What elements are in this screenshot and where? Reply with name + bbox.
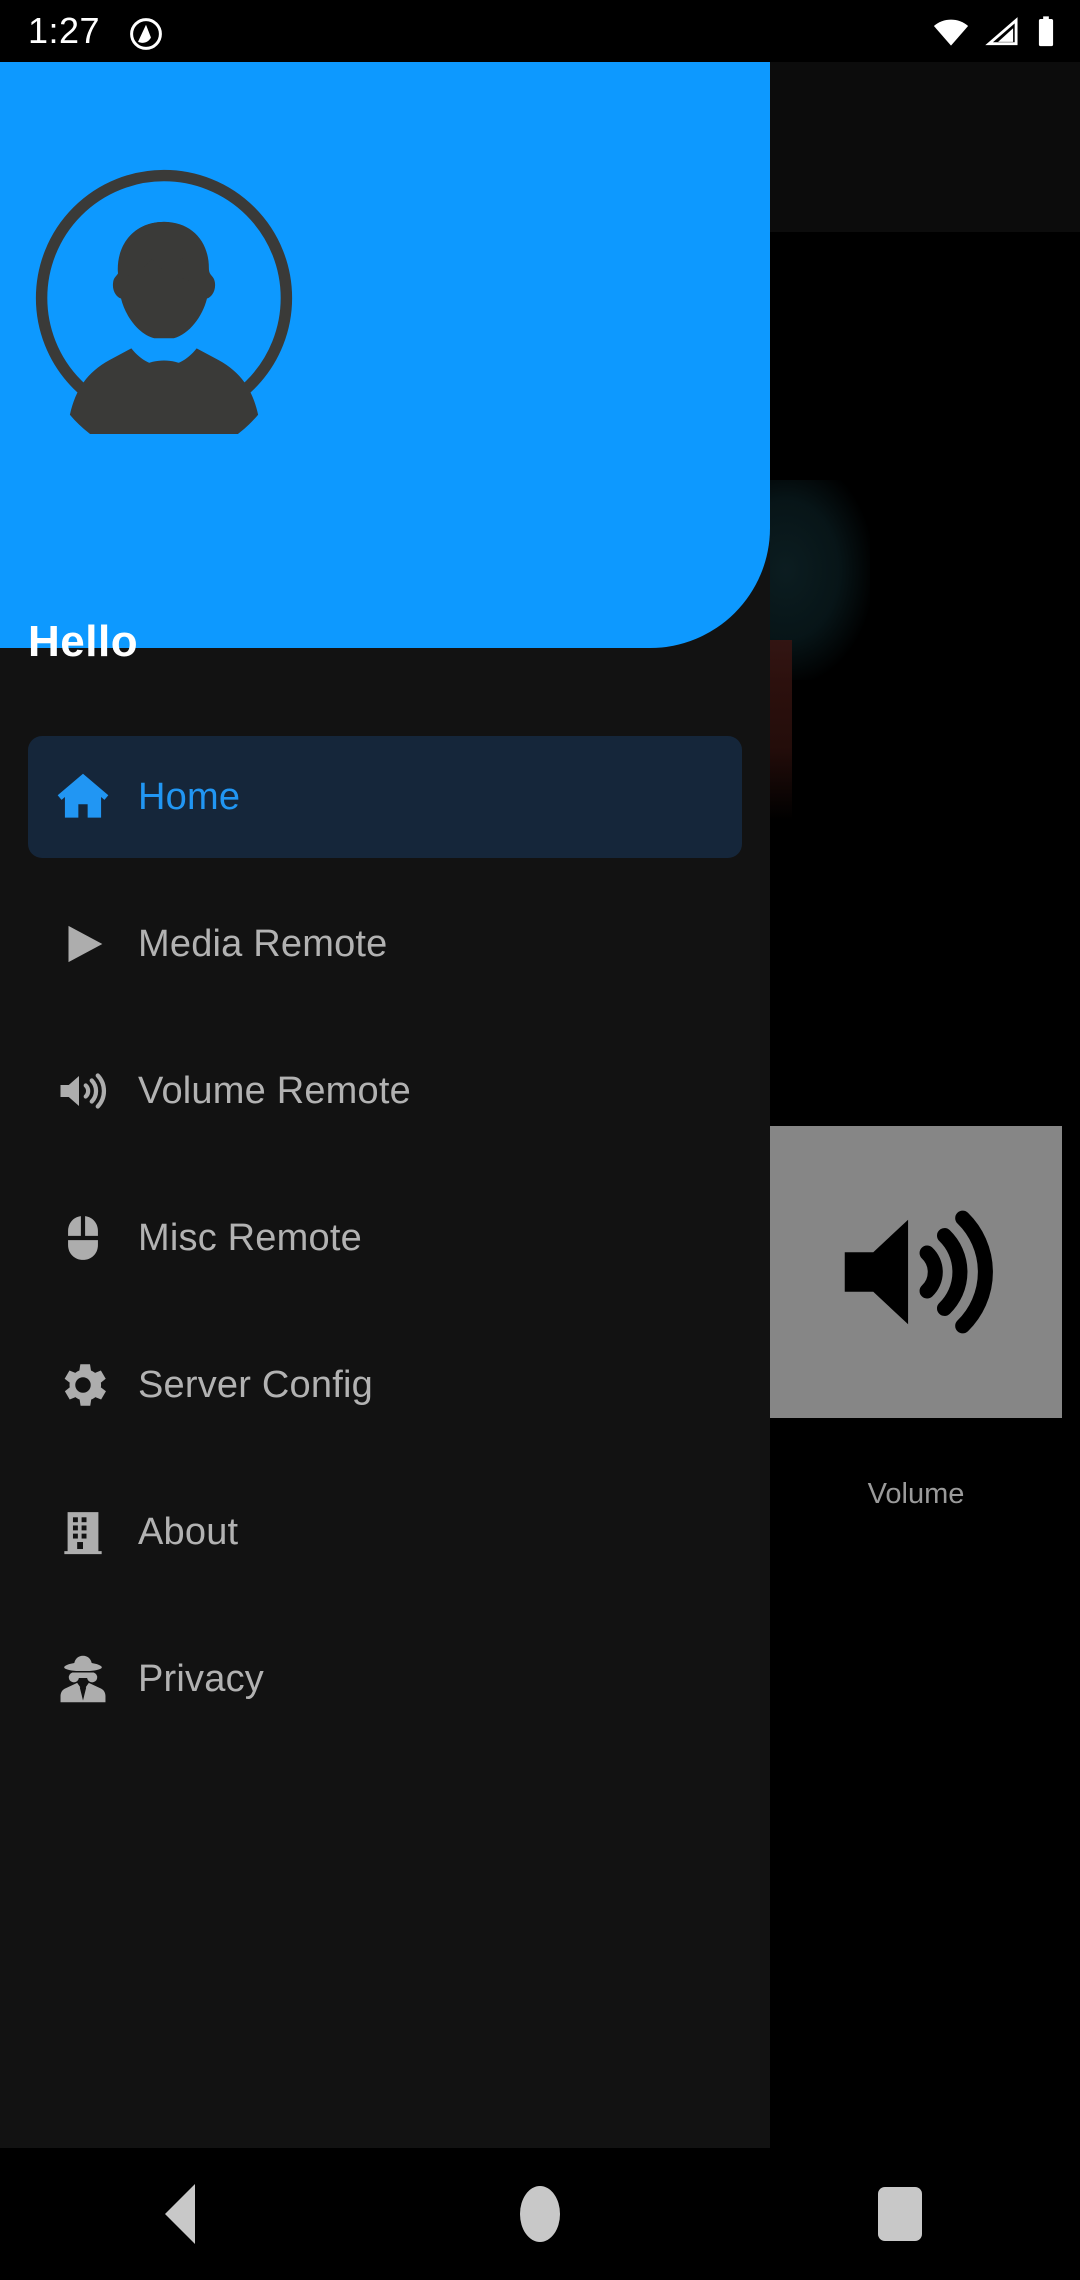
sidebar-item-server-config[interactable]: Server Config xyxy=(28,1324,742,1446)
circle-slash-icon xyxy=(130,18,162,50)
sidebar-item-media-remote[interactable]: Media Remote xyxy=(28,883,742,1005)
nav-back-button[interactable] xyxy=(105,2148,255,2280)
android-nav-bar xyxy=(0,2148,1080,2280)
gear-icon xyxy=(28,1324,138,1446)
sidebar-item-label: Server Config xyxy=(138,1363,373,1406)
status-bar-clock: 1:27 xyxy=(28,10,101,51)
sidebar-item-volume-remote[interactable]: Volume Remote xyxy=(28,1030,742,1152)
drawer-header: Hello xyxy=(0,62,770,666)
recents-square-icon xyxy=(878,2187,922,2241)
play-icon xyxy=(28,883,138,1005)
navigation-drawer: Hello Home Media Remote Volume Remote Mi… xyxy=(0,62,770,2148)
drawer-nav-list: Home Media Remote Volume Remote Misc Rem… xyxy=(0,736,770,1765)
cellular-signal-icon xyxy=(985,17,1018,46)
drawer-greeting: Hello xyxy=(28,617,139,666)
back-triangle-icon xyxy=(165,2184,195,2244)
sidebar-item-privacy[interactable]: Privacy xyxy=(28,1618,742,1740)
home-circle-icon xyxy=(520,2186,560,2242)
nav-home-button[interactable] xyxy=(465,2148,615,2280)
battery-full-icon xyxy=(1038,16,1054,47)
home-icon xyxy=(28,736,138,858)
sidebar-item-home[interactable]: Home xyxy=(28,736,742,858)
status-bar: 1:27 xyxy=(0,0,1080,62)
nav-recents-button[interactable] xyxy=(825,2148,975,2280)
mouse-icon xyxy=(28,1177,138,1299)
volume-up-icon xyxy=(28,1030,138,1152)
user-avatar-icon xyxy=(35,169,293,434)
drawer-scrim[interactable] xyxy=(770,62,1080,2148)
building-icon xyxy=(28,1471,138,1593)
sidebar-item-label: About xyxy=(138,1510,239,1553)
status-bar-icons xyxy=(932,15,1058,49)
spy-icon xyxy=(28,1618,138,1740)
phone-screen: Volume Hello Home Media Remote Volume Re… xyxy=(0,0,1080,2280)
sidebar-item-about[interactable]: About xyxy=(28,1471,742,1593)
sidebar-item-label: Media Remote xyxy=(138,922,388,965)
wifi-icon xyxy=(933,19,969,46)
sidebar-item-label: Home xyxy=(138,775,241,818)
sidebar-item-misc-remote[interactable]: Misc Remote xyxy=(28,1177,742,1299)
sidebar-item-label: Privacy xyxy=(138,1657,264,1700)
sidebar-item-label: Misc Remote xyxy=(138,1216,362,1259)
sidebar-item-label: Volume Remote xyxy=(138,1069,411,1112)
